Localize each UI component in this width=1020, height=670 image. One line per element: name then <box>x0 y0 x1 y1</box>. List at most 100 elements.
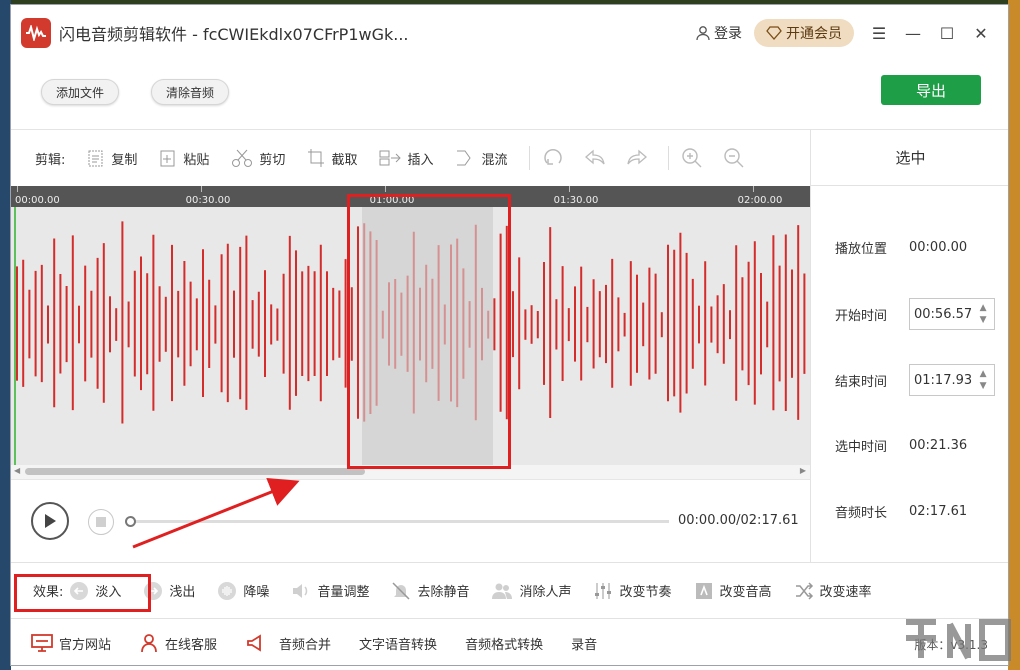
crop-icon <box>308 149 325 167</box>
website-link[interactable]: 官方网站 <box>31 633 111 653</box>
diamond-icon <box>766 26 782 40</box>
user-support-icon <box>141 634 157 653</box>
selected-time-value: 00:21.36 <box>909 438 968 453</box>
copy-button[interactable]: 复制 <box>87 148 137 168</box>
support-label: 在线客服 <box>165 637 218 653</box>
title-bar: 闪电音频剪辑软件 - fcCWIEkdlx07CFrP1wGk... 登录 开通… <box>11 5 1008 61</box>
volume-label: 音量调整 <box>317 585 370 600</box>
play-position-label: 播放位置 <box>835 242 888 257</box>
fade-out-label: 浅出 <box>169 585 196 600</box>
monitor-icon <box>31 634 53 652</box>
minimize-icon[interactable]: — <box>896 24 930 43</box>
redo-icon[interactable] <box>626 147 648 169</box>
support-link[interactable]: 在线客服 <box>139 633 217 653</box>
crop-button[interactable]: 截取 <box>307 148 357 168</box>
mix-icon <box>457 150 472 166</box>
speed-button[interactable]: 改变速率 <box>794 581 872 601</box>
time-readout: 00:00.00/02:17.61 <box>678 513 799 528</box>
merge-link[interactable]: 音频合并 <box>245 633 331 653</box>
scroll-right-icon[interactable]: ▶ <box>800 466 806 475</box>
stop-icon <box>96 517 106 527</box>
shuffle-icon <box>795 581 813 600</box>
player-bar: 00:00.00/02:17.61 <box>11 479 810 562</box>
playhead-marker[interactable] <box>14 207 16 465</box>
mute-bell-icon <box>392 581 410 600</box>
user-icon <box>696 26 710 41</box>
denoise-label: 降噪 <box>243 585 270 600</box>
start-time-stepper[interactable]: 00:56.57 ▲ ▼ <box>909 298 995 330</box>
selected-time-label: 选中时间 <box>835 440 888 455</box>
scrollbar-thumb[interactable] <box>25 468 365 475</box>
mix-label: 混流 <box>481 152 508 168</box>
timeline-tick: 02:00.00 <box>737 195 783 206</box>
vip-label: 开通会员 <box>786 26 842 42</box>
pitch-button[interactable]: 改变音高 <box>694 581 772 601</box>
window-title: 闪电音频剪辑软件 - fcCWIEkdlx07CFrP1wGk... <box>59 25 409 44</box>
login-label: 登录 <box>714 26 742 42</box>
volume-button[interactable]: 音量调整 <box>291 581 369 601</box>
loop-icon[interactable] <box>542 147 564 169</box>
vip-button[interactable]: 开通会员 <box>754 19 854 47</box>
end-time-value[interactable]: 01:17.93 <box>910 373 972 388</box>
tts-label: 文字语音转换 <box>359 637 438 653</box>
play-icon <box>45 514 56 528</box>
scroll-left-icon[interactable]: ◀ <box>14 466 20 475</box>
stop-button[interactable] <box>88 509 114 535</box>
zoom-out-icon[interactable] <box>723 147 745 169</box>
fade-out-button[interactable]: 浅出 <box>143 581 195 601</box>
zoom-in-icon[interactable] <box>681 147 703 169</box>
toolbar-separator <box>529 146 531 170</box>
pitch-label: 改变音高 <box>719 585 772 600</box>
paste-button[interactable]: 粘贴 <box>159 148 209 168</box>
cut-button[interactable]: 剪切 <box>231 148 285 168</box>
desktop-background-right <box>1008 0 1020 670</box>
selection-panel: 选中 播放位置 00:00.00 开始时间 00:56.57 ▲ ▼ 结束时间 0… <box>810 130 1008 562</box>
menu-icon[interactable]: ☰ <box>862 24 896 43</box>
speaker-icon <box>293 583 308 598</box>
mix-button[interactable]: 混流 <box>455 148 507 168</box>
clear-audio-button[interactable]: 清除音频 <box>151 79 229 105</box>
merge-label: 音频合并 <box>279 637 332 653</box>
maximize-icon[interactable]: ☐ <box>930 24 964 43</box>
increment-icon[interactable]: ▲ <box>980 302 987 314</box>
denoise-icon <box>218 581 237 600</box>
play-button[interactable] <box>31 502 69 540</box>
panel-title: 选中 <box>811 130 1008 186</box>
denoise-button[interactable]: 降噪 <box>217 581 269 601</box>
copy-icon <box>88 150 103 167</box>
app-logo-icon <box>21 18 51 48</box>
remove-vocal-button[interactable]: 消除人声 <box>491 581 571 601</box>
increment-icon[interactable]: ▲ <box>980 368 987 380</box>
crop-label: 截取 <box>331 152 358 168</box>
duration-label: 音频时长 <box>835 506 888 521</box>
remove-silence-label: 去除静音 <box>417 585 470 600</box>
decrement-icon[interactable]: ▼ <box>980 380 987 392</box>
playback-progress[interactable] <box>125 516 669 527</box>
format-convert-link[interactable]: 音频格式转换 <box>465 634 543 653</box>
login-button[interactable]: 登录 <box>695 23 742 43</box>
undo-icon[interactable] <box>584 147 606 169</box>
timeline-tick: 00:00.00 <box>15 195 60 206</box>
export-button[interactable]: 导出 <box>881 75 981 105</box>
copy-label: 复制 <box>111 152 138 168</box>
add-file-button[interactable]: 添加文件 <box>41 79 119 105</box>
progress-knob[interactable] <box>125 516 136 527</box>
record-link[interactable]: 录音 <box>571 634 597 653</box>
duration-value: 02:17.61 <box>909 504 968 519</box>
decrement-icon[interactable]: ▼ <box>980 314 987 326</box>
insert-label: 插入 <box>407 152 434 168</box>
tts-link[interactable]: 文字语音转换 <box>359 634 437 653</box>
remove-silence-button[interactable]: 去除静音 <box>391 581 469 601</box>
start-time-value[interactable]: 00:56.57 <box>910 307 972 322</box>
timeline-tick: 01:30.00 <box>553 195 599 206</box>
start-time-label: 开始时间 <box>835 308 888 324</box>
edit-toolbar: 剪辑: 复制 粘贴 剪切 截取 插入 混流 <box>11 130 811 186</box>
bottom-bar: 官方网站 在线客服 音频合并 文字语音转换 音频格式转换 录音 版本：v3.1.… <box>11 618 1008 665</box>
sliders-icon <box>595 582 612 599</box>
end-time-stepper[interactable]: 01:17.93 ▲ ▼ <box>909 364 995 396</box>
timeline-tick: 00:30.00 <box>185 195 231 206</box>
tempo-button[interactable]: 改变节奏 <box>593 581 672 601</box>
close-icon[interactable]: ✕ <box>964 24 998 43</box>
insert-button[interactable]: 插入 <box>379 148 433 168</box>
tempo-label: 改变节奏 <box>619 585 672 600</box>
